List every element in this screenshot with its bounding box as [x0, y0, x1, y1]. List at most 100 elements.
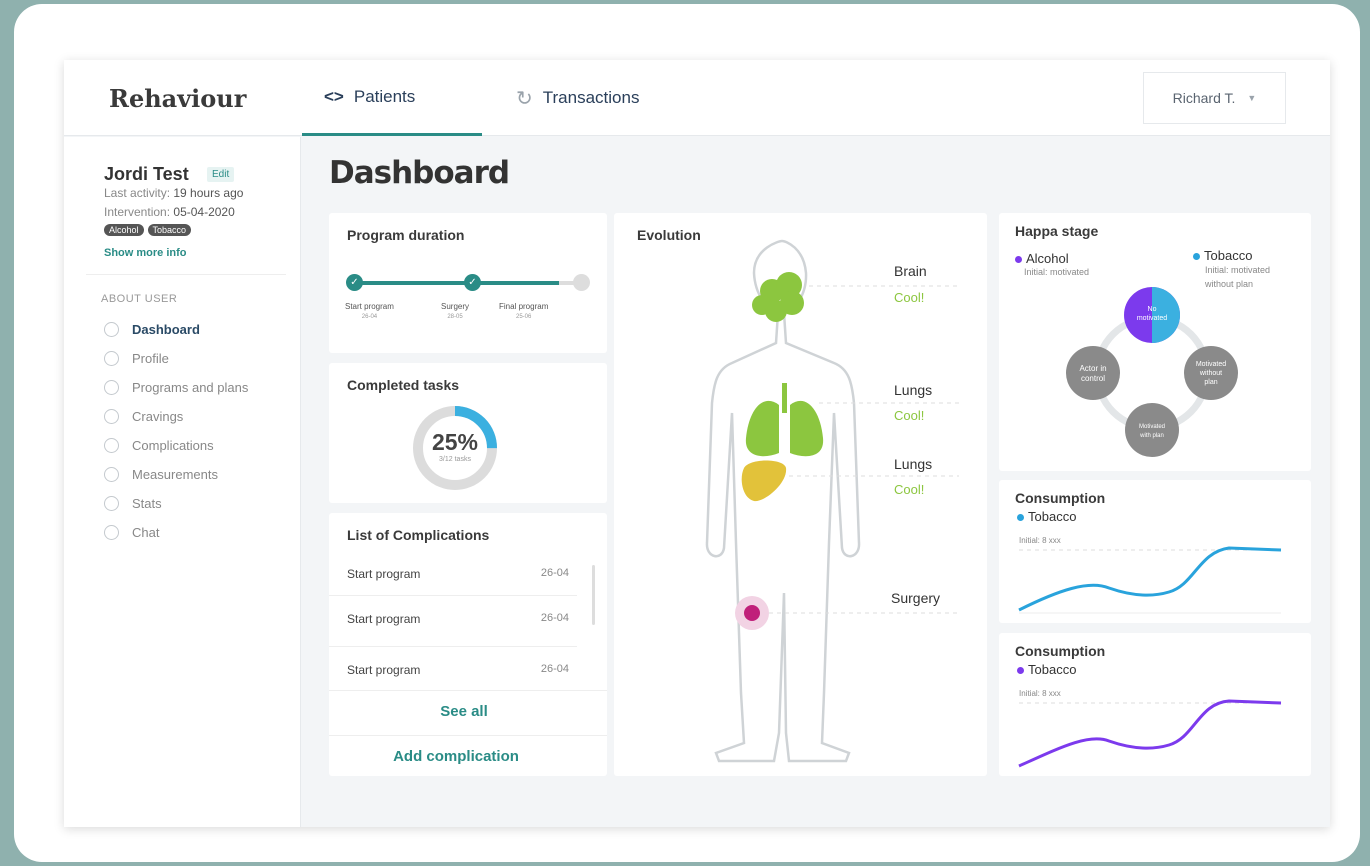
liver-icon: [741, 460, 787, 502]
sidebar-item-label: Dashboard: [132, 322, 200, 337]
last-activity-value: 19 hours ago: [173, 186, 244, 200]
svg-text:with plan: with plan: [1139, 433, 1164, 439]
top-bar: Rehaviour <> Patients ↻ Transactions Ric…: [64, 60, 1330, 136]
sidebar-item-dashboard[interactable]: Dashboard: [104, 315, 248, 344]
svg-text:plan: plan: [1204, 379, 1217, 386]
edit-button[interactable]: Edit: [207, 167, 235, 182]
sidebar-menu: Dashboard Profile Programs and plans Cra…: [104, 315, 248, 547]
sidebar-item-measurements[interactable]: Measurements: [104, 460, 248, 489]
radio-icon: [104, 496, 119, 511]
divider: [329, 595, 577, 596]
intervention: Intervention: 05-04-2020: [104, 205, 235, 219]
svg-text:Actor in: Actor in: [1079, 364, 1106, 373]
sidebar-item-complications[interactable]: Complications: [104, 431, 248, 460]
step-date: 28-05: [447, 314, 463, 320]
item-name: Start program: [347, 612, 421, 626]
stage-actor-in-control: Actor in control: [1066, 346, 1120, 400]
item-date: 26-04: [540, 567, 569, 579]
divider: [86, 274, 286, 275]
lungs-icon: [745, 383, 824, 457]
tab-patients[interactable]: <> Patients: [302, 60, 482, 136]
stage-cycle-diagram: No motivated Motivated without plan Moti…: [1066, 287, 1238, 457]
step-start: Start program 26-04: [345, 302, 394, 322]
sync-icon: ↻: [516, 87, 533, 110]
see-all-link[interactable]: See all: [329, 703, 599, 720]
item-date: 26-04: [540, 663, 569, 675]
item-name: Start program: [347, 567, 421, 581]
app-window: Rehaviour <> Patients ↻ Transactions Ric…: [64, 60, 1330, 827]
outer-frame: Rehaviour <> Patients ↻ Transactions Ric…: [14, 4, 1360, 862]
step-label: Surgery: [441, 302, 470, 311]
show-more-info-link[interactable]: Show more info: [104, 247, 187, 259]
brand-logo: Rehaviour: [109, 84, 247, 113]
add-complication-button[interactable]: Add complication: [321, 748, 591, 765]
tasks-percent: 25%: [431, 429, 479, 455]
sidebar-item-label: Cravings: [132, 409, 184, 424]
sidebar-item-label: Programs and plans: [132, 380, 249, 395]
evolution-card: Evolution Brain Cool! Lungs Cool! Lungs …: [614, 213, 987, 776]
item-name: Start program: [347, 663, 421, 677]
tag-list: Alcohol Tobacco: [104, 224, 192, 236]
consumption-line-chart: [1018, 546, 1282, 614]
svg-text:without: without: [1199, 370, 1222, 377]
tag-tobacco: Tobacco: [147, 224, 192, 236]
organ-status: Cool!: [894, 482, 925, 497]
organ-label: Brain: [894, 263, 927, 279]
radio-icon: [104, 409, 119, 424]
consumption-card-tobacco-purple: Consumption Tobacco Initial: 8 xxx: [999, 633, 1311, 776]
tag-alcohol: Alcohol: [104, 224, 144, 236]
sidebar-item-label: Profile: [132, 351, 169, 366]
patient-name: Jordi Test: [104, 164, 189, 184]
intervention-label: Intervention:: [104, 205, 171, 219]
progress-fill: [354, 281, 559, 285]
sidebar-item-chat[interactable]: Chat: [104, 518, 248, 547]
divider: [329, 646, 577, 647]
step-label: Final program: [499, 302, 549, 311]
step-label: Start program: [345, 302, 394, 311]
list-item[interactable]: Start program 26-04: [347, 612, 569, 626]
last-activity-label: Last activity:: [104, 186, 171, 200]
radio-icon: [104, 438, 119, 453]
organ-status: Cool!: [894, 408, 925, 423]
tab-patients-label: Patients: [353, 86, 416, 106]
svg-text:control: control: [1081, 374, 1105, 383]
stage-no-motivated: No motivated: [1124, 287, 1180, 343]
item-date: 26-04: [540, 612, 569, 624]
body-illustration: [705, 239, 959, 763]
user-name: Richard T.: [1172, 90, 1236, 106]
card-title: Program duration: [347, 227, 465, 243]
radio-icon: [104, 525, 119, 540]
step-final: Final program 25-06: [499, 302, 548, 322]
radio-icon: [104, 380, 119, 395]
tab-transactions[interactable]: ↻ Transactions: [516, 60, 639, 136]
svg-text:No: No: [1148, 306, 1157, 313]
scrollbar[interactable]: [592, 565, 595, 625]
series-line: [1018, 546, 1282, 612]
surgery-marker-icon: [744, 605, 760, 621]
intervention-value: 05-04-2020: [173, 205, 235, 219]
organ-label: Surgery: [891, 590, 941, 606]
step-date: 26-04: [361, 314, 378, 320]
list-item[interactable]: Start program 26-04: [347, 567, 569, 581]
sidebar-item-cravings[interactable]: Cravings: [104, 402, 248, 431]
sidebar-item-label: Complications: [132, 438, 214, 453]
happa-stage-card: Happa stage Alcohol Initial: motivated T…: [999, 213, 1311, 471]
stage-motivated-without-plan: Motivated without plan: [1184, 346, 1238, 400]
radio-icon: [104, 351, 119, 366]
divider: [329, 735, 607, 736]
card-title: List of Complications: [347, 527, 490, 543]
user-menu-dropdown[interactable]: Richard T. ▼: [1143, 72, 1286, 124]
sidebar-item-programs[interactable]: Programs and plans: [104, 373, 248, 402]
sidebar: Jordi Test Edit Last activity: 19 hours …: [64, 137, 301, 827]
sidebar-item-stats[interactable]: Stats: [104, 489, 248, 518]
last-activity: Last activity: 19 hours ago: [104, 186, 243, 200]
pending-dot-icon: [573, 274, 590, 291]
radio-icon: [104, 322, 119, 337]
organ-label: Lungs: [894, 456, 933, 472]
consumption-line-chart: [1018, 699, 1282, 768]
svg-text:motivated: motivated: [1137, 315, 1167, 322]
sidebar-item-profile[interactable]: Profile: [104, 344, 248, 373]
completed-tasks-card: Completed tasks 25% 3/12 tasks: [329, 363, 607, 503]
list-item[interactable]: Start program 26-04: [347, 663, 569, 677]
consumption-card-tobacco-blue: Consumption Tobacco Initial: 8 xxx: [999, 480, 1311, 623]
